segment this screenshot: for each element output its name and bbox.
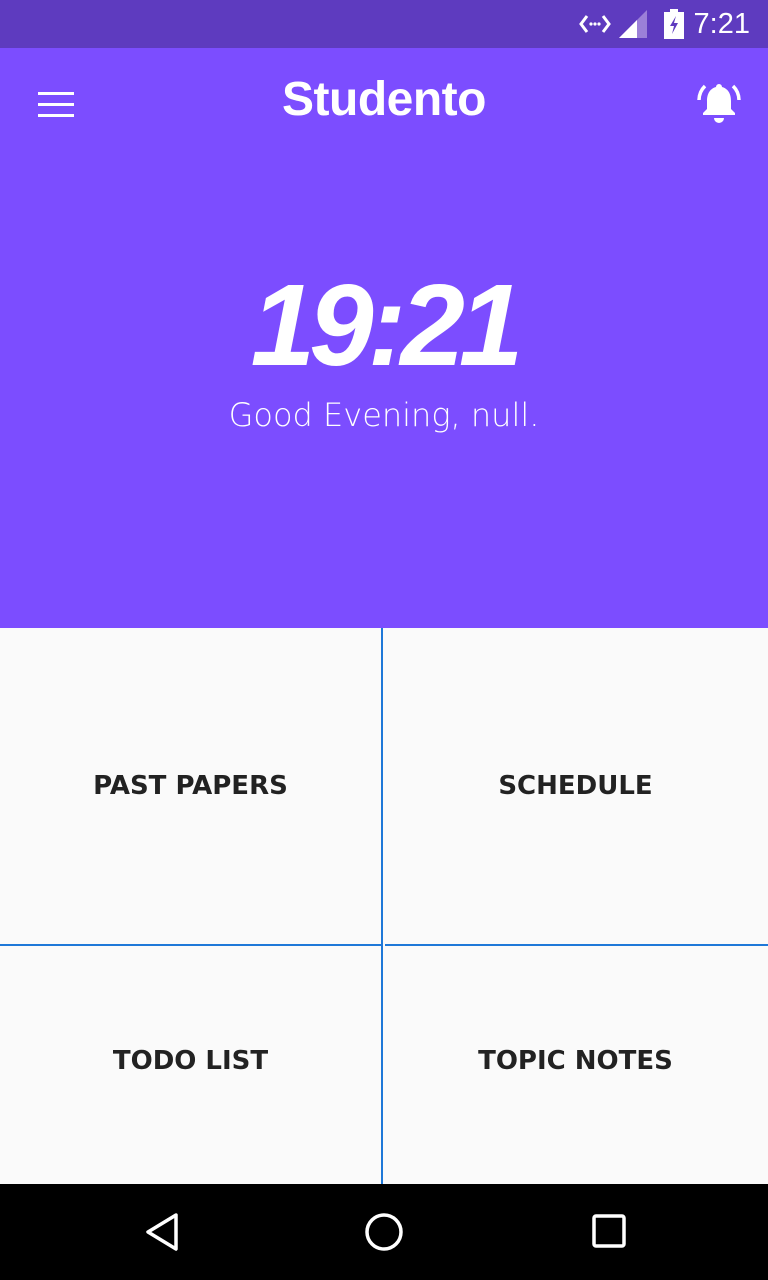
tile-topic-notes[interactable]: TOPIC NOTES [383,946,768,1184]
menu-grid: PAST PAPERS SCHEDULE TODO LIST TOPIC NOT… [0,628,768,1184]
header: Studento 19:21 Good Evening, null. [0,48,768,628]
app-title: Studento [282,73,486,126]
divider-vertical [381,628,383,1184]
divider-horizontal-left [0,944,381,946]
status-time: 7:21 [693,8,750,40]
tile-todo-list[interactable]: TODO LIST [0,946,381,1184]
tile-past-papers[interactable]: PAST PAPERS [0,628,381,944]
battery-charging-icon [664,9,684,39]
clock-display: 19:21 [250,260,524,390]
greeting-text: Good Evening, null. [228,396,540,434]
navigation-bar [0,1184,768,1280]
home-icon[interactable] [364,1212,404,1252]
status-bar: 7:21 [0,0,768,48]
tile-schedule[interactable]: SCHEDULE [383,628,768,944]
signal-icon [619,10,647,38]
data-arrows-icon [579,15,611,33]
divider-horizontal-right [385,944,768,946]
back-icon[interactable] [142,1212,182,1252]
bell-ringing-icon[interactable] [696,80,742,124]
recents-icon[interactable] [590,1212,630,1252]
